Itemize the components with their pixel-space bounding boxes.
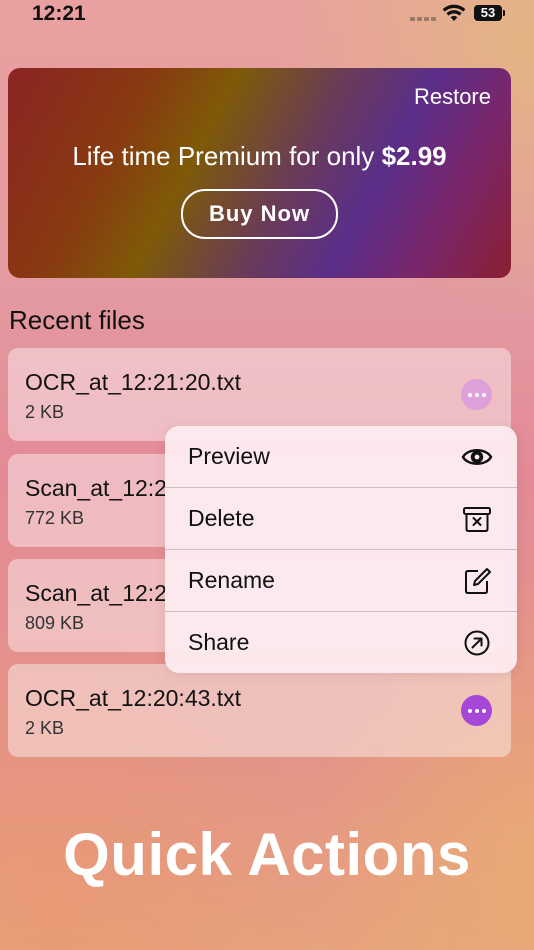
more-options-button[interactable] <box>461 379 492 410</box>
menu-item-label: Delete <box>188 505 255 531</box>
file-row[interactable]: OCR_at_12:20:43.txt 2 KB <box>8 664 511 757</box>
share-icon <box>464 630 490 656</box>
file-name: Scan_at_12:2 <box>25 580 167 606</box>
eye-icon <box>461 449 493 465</box>
wifi-icon <box>442 4 466 21</box>
menu-item-label: Preview <box>188 443 270 469</box>
cellular-signal-icon <box>410 17 436 21</box>
menu-item-rename[interactable]: Rename <box>165 550 517 612</box>
more-options-button[interactable] <box>461 695 492 726</box>
promo-text-prefix: Life time Premium for only <box>72 141 382 171</box>
file-name: Scan_at_12:2 <box>25 475 167 501</box>
menu-item-label: Rename <box>188 567 275 593</box>
file-size: 809 KB <box>25 613 85 633</box>
file-name: OCR_at_12:20:43.txt <box>25 685 242 711</box>
file-name: OCR_at_12:21:20.txt <box>25 369 242 395</box>
buy-now-button[interactable]: Buy Now <box>181 189 338 239</box>
menu-item-delete[interactable]: Delete <box>165 488 517 550</box>
quick-actions-headline: Quick Actions <box>63 821 471 888</box>
recent-files-title: Recent files <box>9 305 145 335</box>
premium-promo-banner: Restore Life time Premium for only $2.99… <box>8 68 511 278</box>
battery-icon: 53 <box>474 5 505 21</box>
file-size: 2 KB <box>25 718 65 738</box>
file-size: 772 KB <box>25 508 85 528</box>
trash-icon <box>463 507 491 532</box>
file-size: 2 KB <box>25 402 65 422</box>
menu-item-share[interactable]: Share <box>165 612 517 673</box>
promo-price: $2.99 <box>381 141 447 171</box>
menu-item-label: Share <box>188 629 250 655</box>
edit-icon <box>465 568 491 594</box>
restore-button[interactable]: Restore <box>414 84 491 110</box>
status-bar: 12:21 53 <box>0 0 534 30</box>
promo-text: Life time Premium for only $2.99 <box>8 141 511 172</box>
menu-item-preview[interactable]: Preview <box>165 426 517 488</box>
quick-actions-menu: Preview Delete Rename Share <box>165 426 517 673</box>
status-time: 12:21 <box>32 2 86 25</box>
